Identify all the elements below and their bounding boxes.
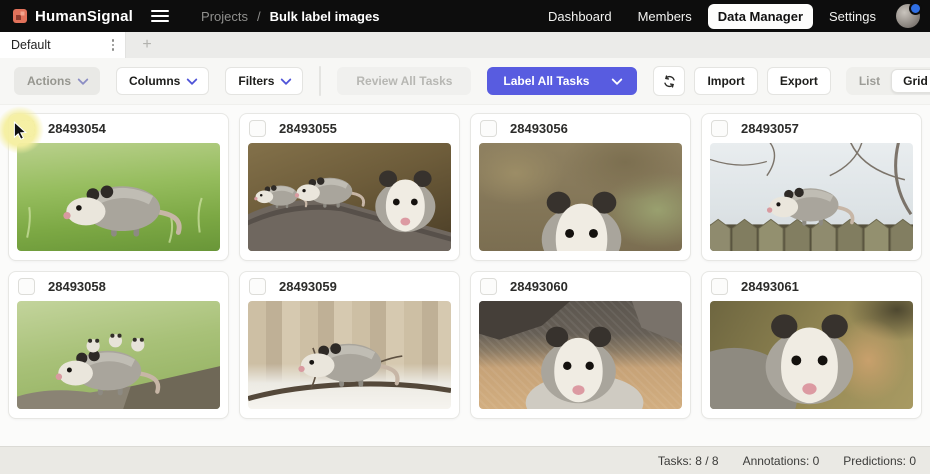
task-id: 28493057 bbox=[741, 121, 799, 136]
nav-members[interactable]: Members bbox=[628, 4, 702, 29]
task-card[interactable]: 28493058 bbox=[8, 271, 229, 419]
view-toggle: List Grid bbox=[846, 67, 930, 95]
task-checkbox[interactable] bbox=[480, 278, 497, 295]
export-button[interactable]: Export bbox=[767, 67, 831, 95]
brand[interactable]: HumanSignal bbox=[12, 8, 133, 25]
nav-data-manager[interactable]: Data Manager bbox=[708, 4, 813, 29]
filters-button[interactable]: Filters bbox=[225, 67, 303, 95]
annotations-count: Annotations: 0 bbox=[743, 454, 820, 468]
chevron-down-icon bbox=[612, 74, 623, 85]
chevron-down-icon bbox=[187, 74, 198, 85]
refresh-icon bbox=[662, 74, 677, 89]
ordering-value[interactable]: not set bbox=[320, 67, 321, 95]
task-id: 28493054 bbox=[48, 121, 106, 136]
task-checkbox[interactable] bbox=[18, 278, 35, 295]
task-id: 28493055 bbox=[279, 121, 337, 136]
hamburger-menu-icon[interactable] bbox=[151, 5, 177, 27]
task-image[interactable] bbox=[248, 301, 451, 409]
task-card[interactable]: 28493059 bbox=[239, 271, 460, 419]
task-card[interactable]: 28493056 bbox=[470, 113, 691, 261]
add-tab-button[interactable]: + bbox=[126, 32, 168, 58]
task-image[interactable] bbox=[710, 301, 913, 409]
breadcrumb-projects[interactable]: Projects bbox=[201, 9, 248, 24]
task-id: 28493060 bbox=[510, 279, 568, 294]
tab-menu-icon[interactable] bbox=[109, 36, 118, 54]
list-view-button[interactable]: List bbox=[848, 70, 891, 92]
task-card[interactable]: 28493054 bbox=[8, 113, 229, 261]
humansignal-logo-icon bbox=[12, 8, 28, 24]
task-image[interactable] bbox=[17, 143, 220, 251]
task-card[interactable]: 28493055 bbox=[239, 113, 460, 261]
header-nav: Dashboard Members Data Manager Settings bbox=[538, 4, 886, 29]
status-bar: Tasks: 8 / 8 Annotations: 0 Predictions:… bbox=[0, 446, 930, 474]
tab-label: Default bbox=[11, 38, 51, 52]
task-checkbox[interactable] bbox=[18, 120, 35, 137]
breadcrumb-separator: / bbox=[257, 9, 261, 24]
data-manager-app: HumanSignal Projects / Bulk label images… bbox=[0, 0, 930, 474]
grid-view-button[interactable]: Grid bbox=[891, 69, 930, 93]
top-header: HumanSignal Projects / Bulk label images… bbox=[0, 0, 930, 32]
task-checkbox[interactable] bbox=[249, 278, 266, 295]
tasks-count: Tasks: 8 / 8 bbox=[658, 454, 719, 468]
task-id: 28493059 bbox=[279, 279, 337, 294]
task-checkbox[interactable] bbox=[480, 120, 497, 137]
task-card[interactable]: 28493057 bbox=[701, 113, 922, 261]
tab-default[interactable]: Default bbox=[0, 32, 126, 58]
breadcrumb: Projects / Bulk label images bbox=[201, 9, 379, 24]
import-button[interactable]: Import bbox=[694, 67, 757, 95]
task-id: 28493061 bbox=[741, 279, 799, 294]
breadcrumb-current: Bulk label images bbox=[270, 9, 380, 24]
ordering-control: not set bbox=[319, 66, 321, 96]
refresh-button[interactable] bbox=[653, 66, 685, 96]
chevron-down-icon bbox=[77, 74, 88, 85]
task-checkbox[interactable] bbox=[711, 278, 728, 295]
nav-dashboard[interactable]: Dashboard bbox=[538, 4, 622, 29]
task-image[interactable] bbox=[17, 301, 220, 409]
columns-button[interactable]: Columns bbox=[116, 67, 209, 95]
task-id: 28493058 bbox=[48, 279, 106, 294]
task-grid: 28493054 28493055 bbox=[0, 105, 930, 419]
nav-settings[interactable]: Settings bbox=[819, 4, 886, 29]
predictions-count: Predictions: 0 bbox=[843, 454, 916, 468]
task-checkbox[interactable] bbox=[711, 120, 728, 137]
actions-button[interactable]: Actions bbox=[14, 67, 100, 95]
task-image[interactable] bbox=[479, 143, 682, 251]
task-image[interactable] bbox=[479, 301, 682, 409]
task-image[interactable] bbox=[248, 143, 451, 251]
chevron-down-icon bbox=[281, 74, 292, 85]
toolbar-right: Import Export List Grid bbox=[653, 66, 930, 96]
toolbar: Actions Columns Filters not set Review A… bbox=[0, 58, 930, 105]
task-card[interactable]: 28493060 bbox=[470, 271, 691, 419]
task-id: 28493056 bbox=[510, 121, 568, 136]
brand-name: HumanSignal bbox=[35, 8, 133, 25]
task-card[interactable]: 28493061 bbox=[701, 271, 922, 419]
review-all-tasks-button[interactable]: Review All Tasks bbox=[337, 67, 471, 95]
task-image[interactable] bbox=[710, 143, 913, 251]
user-avatar[interactable] bbox=[896, 4, 920, 28]
label-all-tasks-button[interactable]: Label All Tasks bbox=[487, 67, 637, 95]
task-checkbox[interactable] bbox=[249, 120, 266, 137]
tab-bar: Default + bbox=[0, 32, 930, 58]
